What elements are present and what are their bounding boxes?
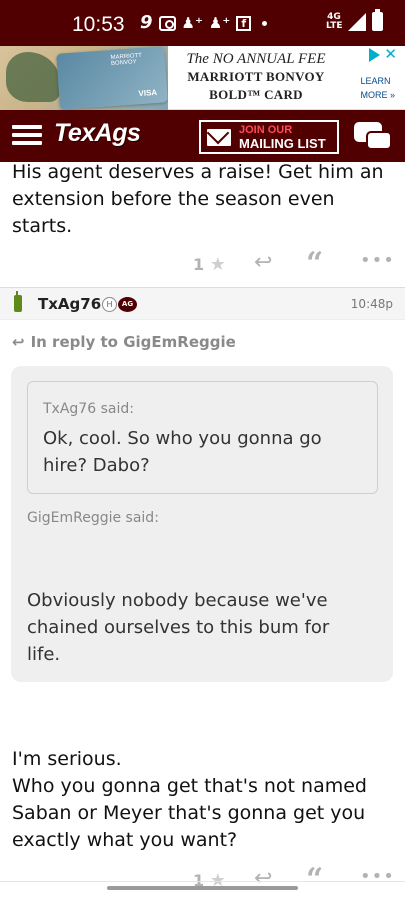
ad-image: MARRIOTT BONVOY VISA: [0, 46, 168, 110]
card-network: VISA: [138, 87, 158, 99]
menu-icon[interactable]: [12, 125, 42, 145]
prev-post-line: starts.: [12, 215, 73, 237]
reply-icon[interactable]: ↩: [254, 866, 272, 886]
more-icon[interactable]: •••: [360, 250, 395, 271]
prev-post-actions: 1 ★ ↩ “ •••: [0, 246, 405, 281]
site-header: TexAgs JOIN OUR MAILING LIST: [0, 110, 405, 162]
card-brand: MARRIOTT BONVOY: [110, 52, 142, 68]
username[interactable]: TxAg76: [38, 295, 101, 313]
chat-icon[interactable]: [354, 122, 392, 152]
palm-tree-image: [6, 52, 60, 102]
like-button[interactable]: 1 ★: [193, 254, 226, 275]
cta-line1: LEARN: [360, 76, 391, 86]
ad-line2: BOLD™ CARD: [209, 87, 303, 102]
nav-divider: [0, 881, 405, 882]
prev-post-line: His agent deserves a raise! Get him an: [12, 161, 384, 183]
status-right: 4G LTE: [326, 9, 383, 31]
like-count: 1: [193, 255, 205, 274]
gesture-handle[interactable]: [107, 886, 298, 890]
outer-quote-line: chained ourselves to this bum for: [27, 617, 330, 638]
more-icon[interactable]: •••: [360, 866, 395, 886]
in-reply-link[interactable]: ↩ In reply to GigEmReggie: [12, 333, 236, 351]
prev-post-line: extension before the season even: [12, 188, 335, 210]
inner-quote-line: Ok, cool. So who you gonna go: [43, 428, 322, 449]
quote-icon[interactable]: “: [306, 866, 323, 886]
dot-icon: [262, 20, 268, 26]
ad-line1: MARRIOTT BONVOY: [187, 69, 325, 84]
reply-icon[interactable]: ↩: [254, 250, 272, 275]
learn-more-button[interactable]: LEARN MORE »: [360, 74, 395, 102]
post-time: 10:48p: [350, 297, 393, 311]
star-icon: ★: [209, 254, 226, 275]
post-body-line: Who you gonna get that's not named: [12, 775, 367, 797]
post-actions: 1 ★ ↩ “ •••: [0, 866, 405, 886]
post-body-line: I'm serious.: [12, 748, 122, 770]
envelope-icon: [207, 128, 231, 146]
post-body-line: Saban or Meyer that's gonna get you: [12, 802, 366, 824]
ad-choices-icon[interactable]: [369, 48, 381, 62]
quote-icon[interactable]: “: [306, 246, 323, 281]
phone-icon: [14, 291, 22, 312]
page: 10:53 9 ♟⁺ ♟⁺ f 4G LTE MARRIOTT BONVOY V…: [0, 0, 405, 900]
facebook-icon: f: [236, 15, 252, 31]
status-time: 10:53: [72, 13, 125, 36]
inner-quote-author: TxAg76 said:: [43, 401, 134, 417]
ad-headline: The NO ANNUAL FEE: [186, 51, 326, 67]
status-icons: 9 ♟⁺ ♟⁺ f: [140, 12, 268, 33]
reply-arrow-icon: ↩: [12, 333, 25, 351]
cta-line2: MORE »: [360, 90, 395, 100]
mailing-text: JOIN OUR MAILING LIST: [239, 124, 326, 150]
outer-quote-line: Obviously nobody because we've: [27, 590, 328, 611]
nine-icon: 9: [140, 12, 153, 33]
ad-choices[interactable]: ✕: [369, 47, 397, 62]
site-logo[interactable]: TexAgs: [54, 119, 141, 148]
camera-box-icon: [158, 15, 176, 31]
ad-banner[interactable]: MARRIOTT BONVOY VISA The NO ANNUAL FEE M…: [0, 46, 405, 110]
mailing-list-button[interactable]: JOIN OUR MAILING LIST: [199, 120, 339, 154]
credit-card-image: MARRIOTT BONVOY VISA: [56, 46, 168, 110]
outer-quote-line: life.: [27, 644, 61, 665]
like-count: 1: [193, 871, 205, 886]
ad-text: The NO ANNUAL FEE MARRIOTT BONVOY BOLD™ …: [170, 50, 342, 104]
post-body-line: exactly what you want?: [12, 829, 238, 851]
add-person-icon: ♟⁺: [181, 14, 203, 32]
badge-h: H: [102, 297, 117, 312]
mailing-bottom: MAILING LIST: [239, 136, 326, 151]
post-header: TxAg76 H AG 10:48p: [0, 287, 405, 320]
close-icon[interactable]: ✕: [384, 47, 397, 62]
like-button[interactable]: 1 ★: [193, 870, 226, 886]
inner-quote-line: hire? Dabo?: [43, 455, 150, 476]
status-bar: 10:53 9 ♟⁺ ♟⁺ f 4G LTE: [0, 0, 405, 46]
add-person-icon: ♟⁺: [208, 14, 231, 32]
signal-icon: [348, 12, 366, 31]
network-label: 4G LTE: [326, 11, 343, 31]
battery-icon: [372, 9, 383, 31]
in-reply-text: In reply to GigEmReggie: [30, 333, 236, 351]
badge-ag: AG: [118, 297, 137, 312]
star-icon: ★: [209, 870, 226, 886]
outer-quote-author: GigEmReggie said:: [27, 510, 159, 526]
